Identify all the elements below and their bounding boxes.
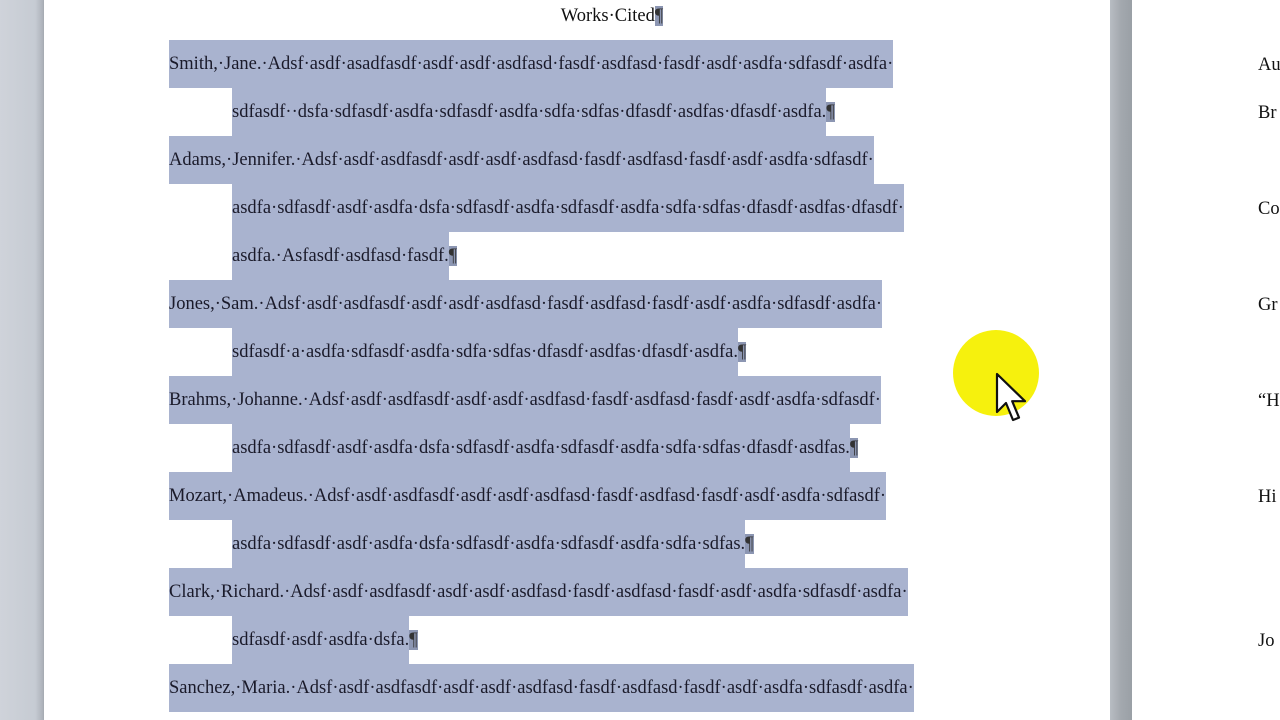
paragraph-mark: ¶	[849, 438, 859, 458]
selected-text: Brahms,·Johanne.·Adsf·asdf·asdfasdf·asdf…	[169, 376, 881, 424]
next-page-entry: Co	[1258, 199, 1280, 219]
workspace-background-left	[0, 0, 44, 720]
heading-text: Works·Cited	[560, 6, 655, 26]
citation-first-line: Sanchez,·Maria.·Adsf·asdf·asdfasdf·asdf·…	[169, 664, 914, 712]
selected-text: asdfa.·Asfasdf·asdfasd·fasdf.	[232, 232, 449, 280]
citation-continuation-line: sdfasdf·asdf·asdfa·dsfa.¶	[232, 616, 418, 664]
selected-text: Jones,·Sam.·Adsf·asdf·asdfasdf·asdf·asdf…	[169, 280, 882, 328]
citation-first-line: Jones,·Sam.·Adsf·asdf·asdfasdf·asdf·asdf…	[169, 280, 882, 328]
paragraph-mark: ¶	[654, 6, 664, 26]
works-cited-heading: Works·Cited¶	[44, 3, 1110, 29]
citation-first-line: Adams,·Jennifer.·Adsf·asdf·asdfasdf·asdf…	[169, 136, 874, 184]
next-page-entry: Jo	[1258, 631, 1275, 651]
paragraph-mark: ¶	[448, 246, 458, 266]
citation-continuation-line: sdfasdf·a·asdfa·sdfasdf·asdfa·sdfa·sdfas…	[232, 328, 747, 376]
paragraph-mark: ¶	[737, 342, 747, 362]
selected-text: Sanchez,·Maria.·Adsf·asdf·asdfasdf·asdf·…	[169, 664, 914, 712]
next-page-entry: “H	[1258, 391, 1280, 411]
selected-text: asdfa·sdfasdf·asdf·asdfa·dsfa·sdfasdf·as…	[232, 184, 904, 232]
selected-text: Adams,·Jennifer.·Adsf·asdf·asdfasdf·asdf…	[169, 136, 874, 184]
document-page[interactable]: Works·Cited¶ Smith,·Jane.·Adsf·asdf·asad…	[44, 0, 1110, 720]
selected-text: sdfasdf·a·asdfa·sdfasdf·asdfa·sdfa·sdfas…	[232, 328, 738, 376]
selected-text: Smith,·Jane.·Adsf·asdf·asadfasdf·asdf·as…	[169, 40, 894, 88]
next-document-page[interactable]: Au Br Co Gr “H Hi Jo	[1132, 0, 1280, 720]
citation-first-line: Smith,·Jane.·Adsf·asdf·asadfasdf·asdf·as…	[169, 40, 894, 88]
selected-text: asdfa·sdfasdf·asdf·asdfa·dsfa·sdfasdf·as…	[232, 424, 850, 472]
citation-continuation-line: sdfasdf··dsfa·sdfasdf·asdfa·sdfasdf·asdf…	[232, 88, 835, 136]
selected-text: asdfa·sdfasdf·asdf·asdfa·dsfa·sdfasdf·as…	[232, 520, 746, 568]
next-page-entry: Hi	[1258, 487, 1277, 507]
citation-first-line: Clark,·Richard.·Adsf·asdf·asdfasdf·asdf·…	[169, 568, 908, 616]
selected-text: sdfasdf··dsfa·sdfasdf·asdfa·sdfasdf·asdf…	[232, 88, 827, 136]
citation-first-line: Brahms,·Johanne.·Adsf·asdf·asdfasdf·asdf…	[169, 376, 881, 424]
page-gap	[1110, 0, 1132, 720]
selected-text: Mozart,·Amadeus.·Adsf·asdf·asdfasdf·asdf…	[169, 472, 887, 520]
paragraph-mark: ¶	[409, 630, 418, 650]
selected-text: sdfasdf·asdf·asdfa·dsfa.	[232, 616, 410, 664]
selected-text: Clark,·Richard.·Adsf·asdf·asdfasdf·asdf·…	[169, 568, 908, 616]
next-page-entry: Br	[1258, 103, 1277, 123]
citation-first-line: Mozart,·Amadeus.·Adsf·asdf·asdfasdf·asdf…	[169, 472, 887, 520]
citation-continuation-line: asdfa·sdfasdf·asdf·asdfa·dsfa·sdfasdf·as…	[232, 520, 754, 568]
citation-continuation-line: asdfa.·Asfasdf·asdfasd·fasdf.¶	[232, 232, 458, 280]
paragraph-mark: ¶	[745, 534, 754, 554]
next-page-entry: Au	[1258, 55, 1280, 75]
next-page-entry: Gr	[1258, 295, 1278, 315]
citation-continuation-line: asdfa·sdfasdf·asdf·asdfa·dsfa·sdfasdf·as…	[232, 424, 859, 472]
citation-continuation-line: asdfa·sdfasdf·asdf·asdfa·dsfa·sdfasdf·as…	[232, 184, 904, 232]
paragraph-mark: ¶	[826, 102, 835, 122]
